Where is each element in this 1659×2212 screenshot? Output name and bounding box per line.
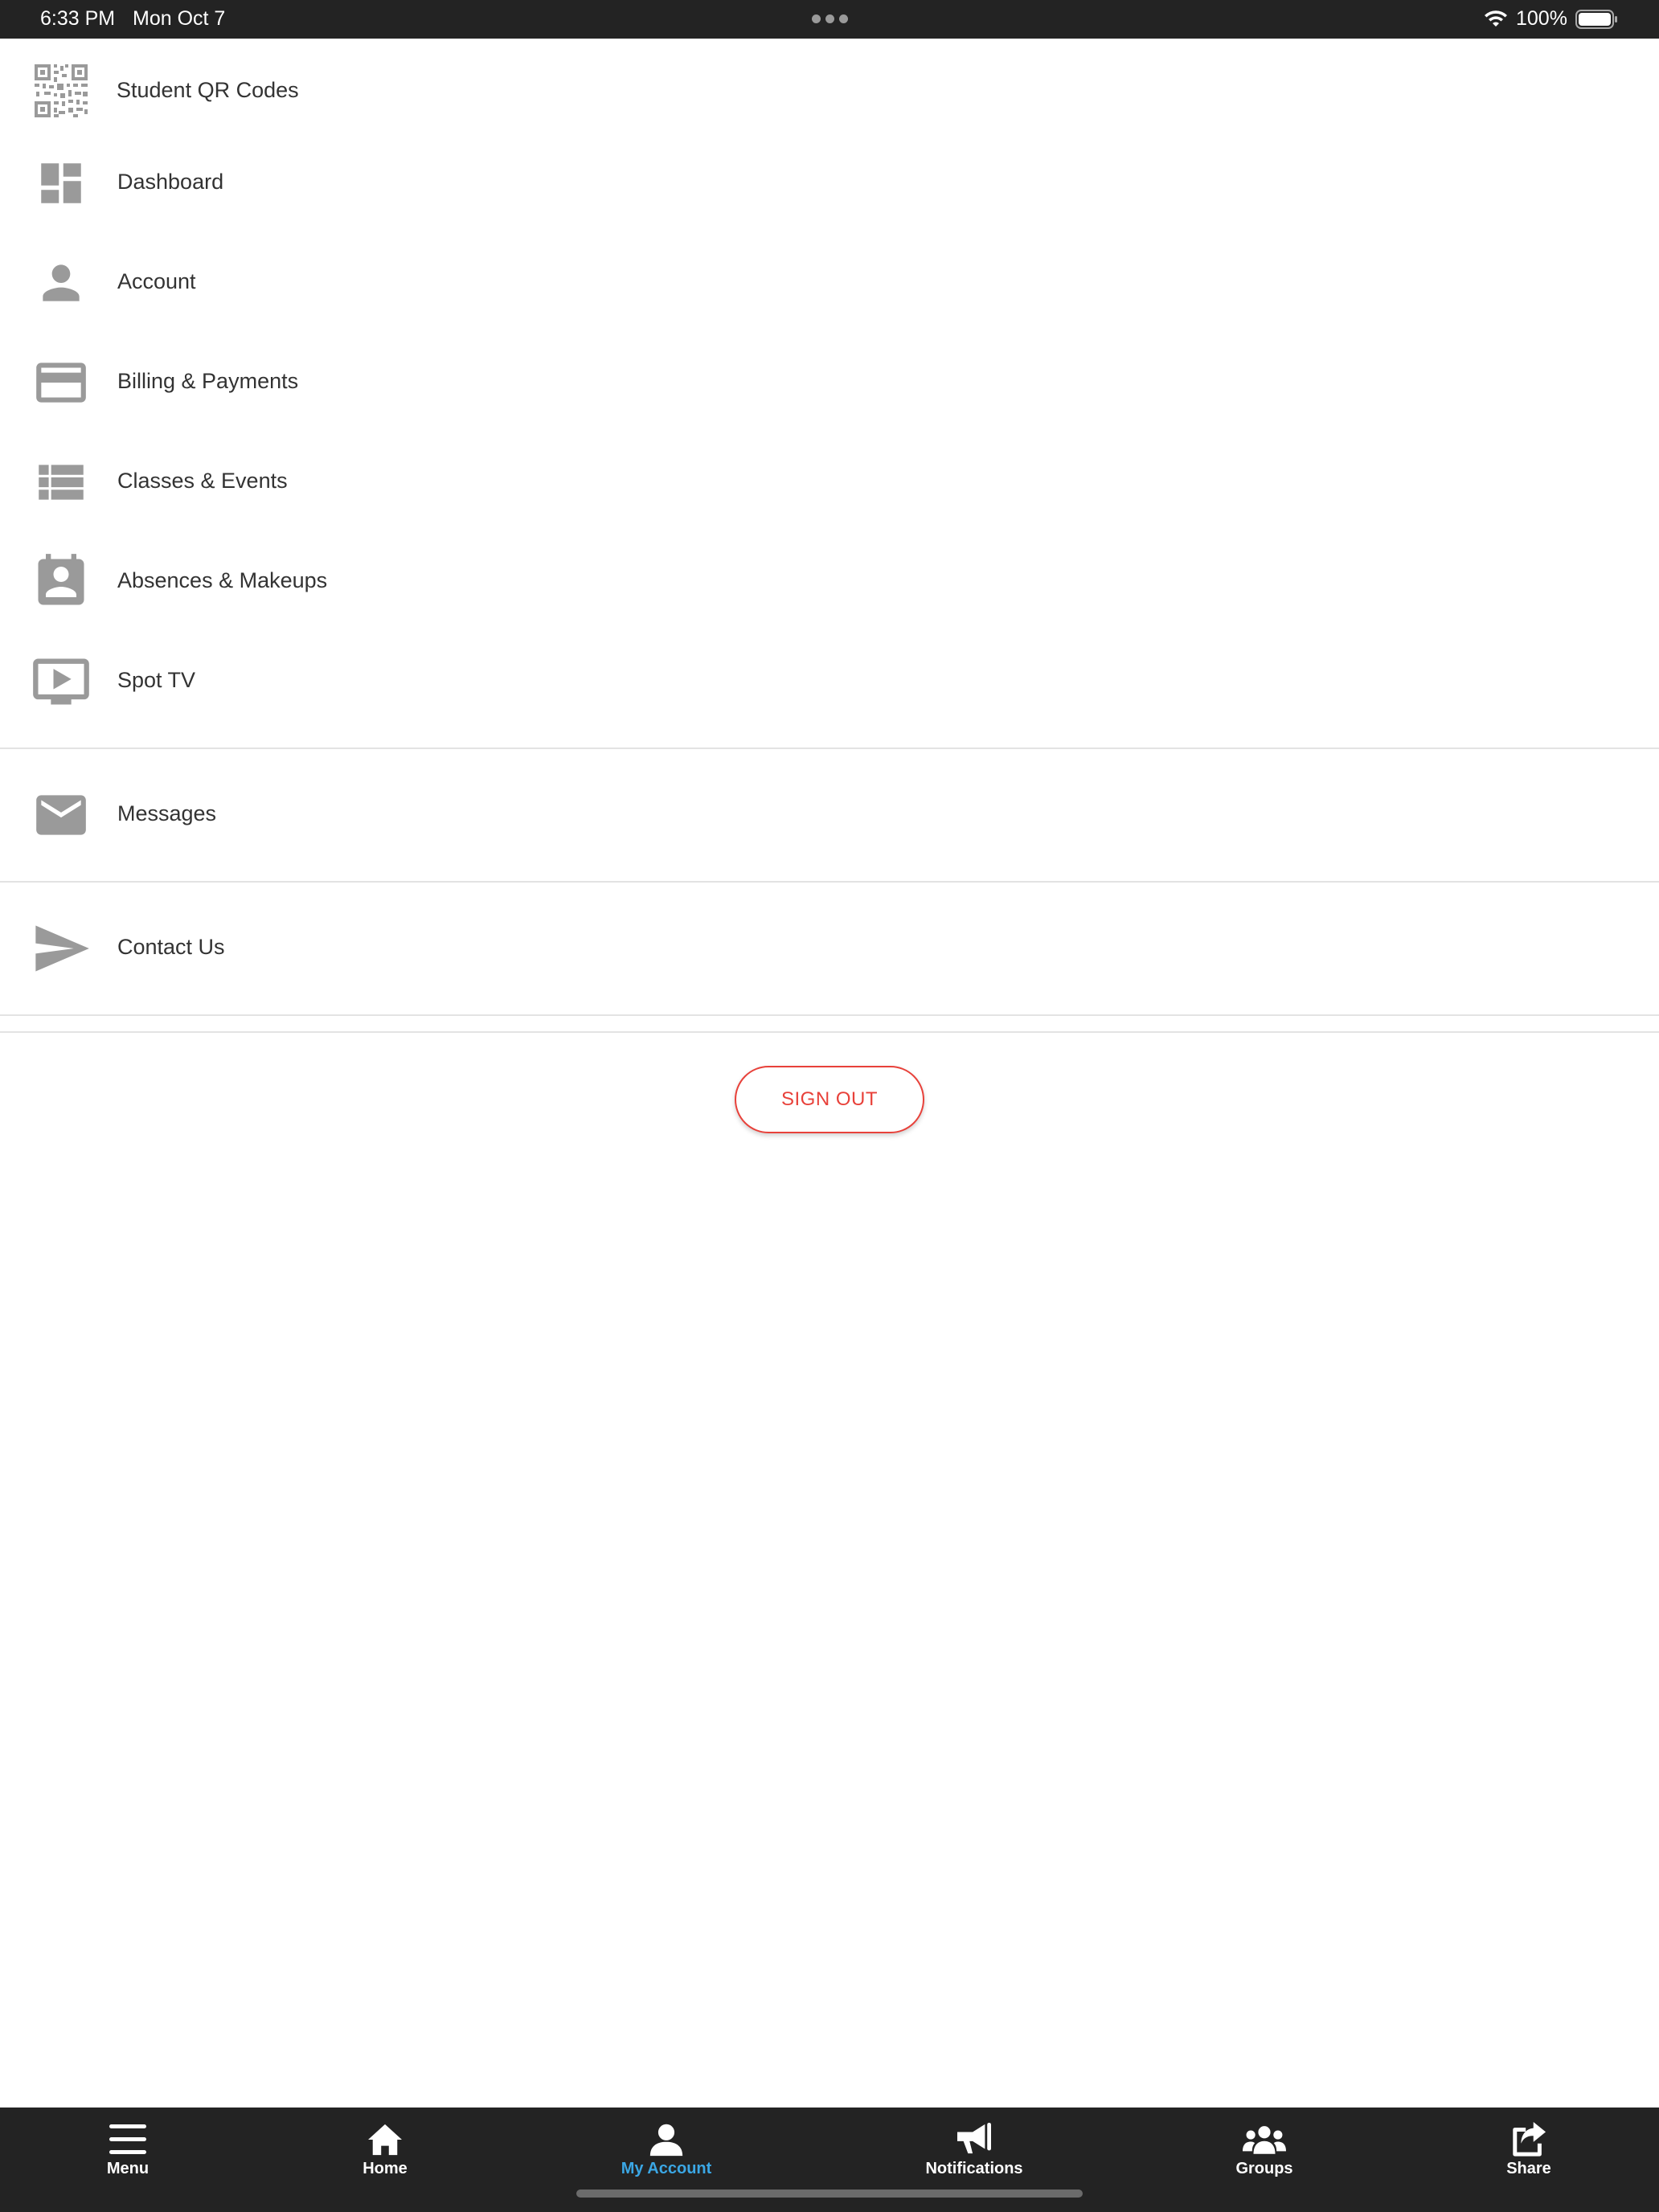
battery-percent: 100% [1516,7,1567,30]
menu-item-label: Account [117,269,196,293]
menu-item-account[interactable]: Account [0,249,1659,317]
menu-item-label: Absences & Makeups [117,568,328,592]
credit-card-icon [31,352,92,413]
qr-code-icon [31,60,92,121]
menu-item-absences-makeups[interactable]: Absences & Makeups [0,548,1659,616]
tab-home[interactable]: Home [305,2108,465,2212]
tab-label: Home [363,2160,408,2177]
status-bar: 6:33 PM Mon Oct 7 100% [0,0,1659,39]
tab-label: Menu [106,2160,150,2177]
group-icon [1243,2122,1286,2157]
person-icon [31,252,92,313]
tab-share[interactable]: Share [1448,2108,1609,2212]
sign-out-button[interactable]: SIGN OUT [735,1066,924,1133]
menu-item-classes-events[interactable]: Classes & Events [0,449,1659,516]
divider [0,1014,1659,1016]
envelope-icon [31,784,92,846]
tv-play-icon [31,651,92,712]
tab-label: Notifications [925,2160,1023,2177]
multitasking-dots-icon[interactable] [812,14,849,24]
menu-item-dashboard[interactable]: Dashboard [0,150,1659,217]
menu-item-label: Messages [117,801,217,825]
menu-item-label: Classes & Events [117,469,288,493]
menu-item-label: Billing & Payments [117,369,299,393]
tab-menu[interactable]: Menu [47,2108,208,2212]
menu-item-messages[interactable]: Messages [0,781,1659,849]
menu-item-label: Spot TV [117,668,196,692]
home-indicator[interactable] [576,2189,1083,2198]
hamburger-icon [106,2122,150,2157]
list-icon [31,452,92,513]
divider [0,881,1659,883]
share-icon [1507,2122,1550,2157]
status-time: 6:33 PM [40,7,116,30]
menu-item-spot-tv[interactable]: Spot TV [0,648,1659,715]
tab-label: Share [1506,2160,1551,2177]
menu-item-billing-payments[interactable]: Billing & Payments [0,349,1659,416]
tab-label: My Account [621,2160,712,2177]
menu-item-label: Student QR Codes [117,78,299,102]
home-icon [363,2122,407,2157]
divider [0,748,1659,749]
megaphone-icon [952,2122,996,2157]
divider [0,1031,1659,1033]
battery-icon [1575,10,1617,29]
tab-groups[interactable]: Groups [1184,2108,1345,2212]
menu-item-label: Contact Us [117,935,225,959]
menu-item-label: Dashboard [117,170,224,194]
menu-item-student-qr-codes[interactable]: Student QR Codes [0,56,1659,124]
send-icon [31,918,92,979]
tab-label: Groups [1235,2160,1293,2177]
person-icon [645,2122,688,2157]
menu-item-contact-us[interactable]: Contact Us [0,915,1659,982]
contact-calendar-icon [31,551,92,612]
dashboard-icon [31,153,92,214]
status-date: Mon Oct 7 [133,7,226,30]
wifi-icon [1485,10,1507,27]
